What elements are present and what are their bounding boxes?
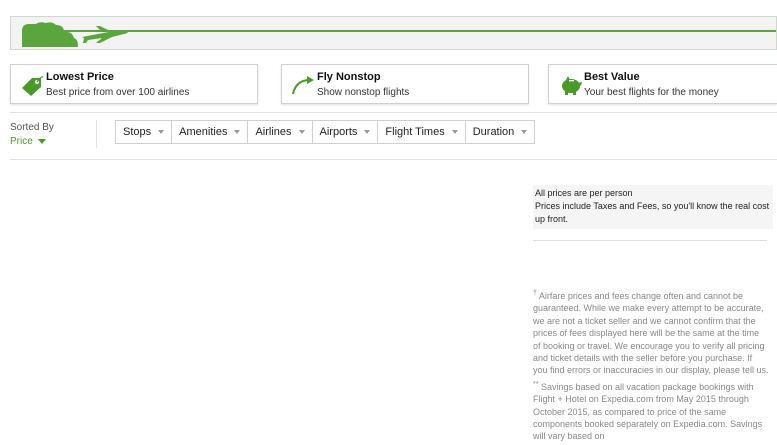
feature-card-best-value[interactable]: Best Value Your best flights for the mon… <box>548 64 777 104</box>
caret-down-icon <box>298 130 305 134</box>
piggy-bank-icon <box>562 76 582 95</box>
divider <box>10 159 777 160</box>
divider <box>10 112 777 113</box>
divider <box>96 120 97 148</box>
search-progress-bar <box>10 16 777 50</box>
sort-label: Sorted By <box>10 122 54 133</box>
feature-cards: Lowest Price Best price from over 100 ai… <box>10 64 777 106</box>
feature-card-fly-nonstop[interactable]: Fly Nonstop Show nonstop flights <box>281 64 529 104</box>
feature-title: Fly Nonstop <box>317 71 381 83</box>
divider <box>533 240 767 241</box>
filter-label: Duration <box>472 126 515 138</box>
nonstop-arrow-icon <box>292 76 314 95</box>
disclaimers: † Airfare prices and fees change often a… <box>533 288 769 445</box>
filter-stops[interactable]: Stops <box>115 120 172 144</box>
caret-down-icon <box>451 130 458 134</box>
filter-airlines[interactable]: Airlines <box>247 120 312 144</box>
caret-down-icon <box>521 130 528 134</box>
caret-down-icon <box>158 130 165 134</box>
feature-title: Best Value <box>584 71 640 83</box>
filter-label: Stops <box>123 126 152 138</box>
filter-label: Flight Times <box>385 126 445 138</box>
sort-control: Sorted By Price <box>10 122 54 147</box>
disclaimer-savings: ** Savings based on all vacation package… <box>533 379 769 443</box>
price-tag-icon <box>22 76 44 96</box>
caret-down-icon <box>37 138 46 144</box>
filter-airports[interactable]: Airports <box>311 120 378 144</box>
disclaimer-text: Airfare prices and fees change often and… <box>533 291 769 376</box>
feature-description: Best price from over 100 airlines <box>46 87 190 98</box>
feature-title: Lowest Price <box>46 71 114 83</box>
filter-duration[interactable]: Duration <box>464 120 536 144</box>
filter-label: Airports <box>319 126 358 138</box>
disclaimer-airfare: † Airfare prices and fees change often a… <box>533 288 769 377</box>
filter-flight-times[interactable]: Flight Times <box>377 120 465 144</box>
disclaimer-text: Savings based on all vacation package bo… <box>533 381 763 442</box>
caret-down-icon <box>364 130 371 134</box>
footnote-mark: † <box>533 290 537 297</box>
filter-bar: Stops Amenities Airlines Airports Flight… <box>115 120 536 144</box>
price-info-box: All prices are per person Prices include… <box>533 185 773 229</box>
caret-down-icon <box>234 130 241 134</box>
cloud-plane-icon <box>22 22 129 47</box>
price-note-taxes: Prices include Taxes and Fees, so you'll… <box>535 201 770 224</box>
feature-description: Your best flights for the money <box>584 87 719 98</box>
filter-label: Airlines <box>255 126 292 138</box>
filter-amenities[interactable]: Amenities <box>171 120 248 144</box>
feature-description: Show nonstop flights <box>317 87 410 98</box>
filter-label: Amenities <box>179 126 228 138</box>
sort-dropdown[interactable]: Price <box>10 136 54 147</box>
price-note-per-person: All prices are per person <box>535 188 633 198</box>
sort-value: Price <box>10 136 33 147</box>
feature-card-lowest-price[interactable]: Lowest Price Best price from over 100 ai… <box>10 64 258 104</box>
footnote-mark: ** <box>533 380 539 388</box>
